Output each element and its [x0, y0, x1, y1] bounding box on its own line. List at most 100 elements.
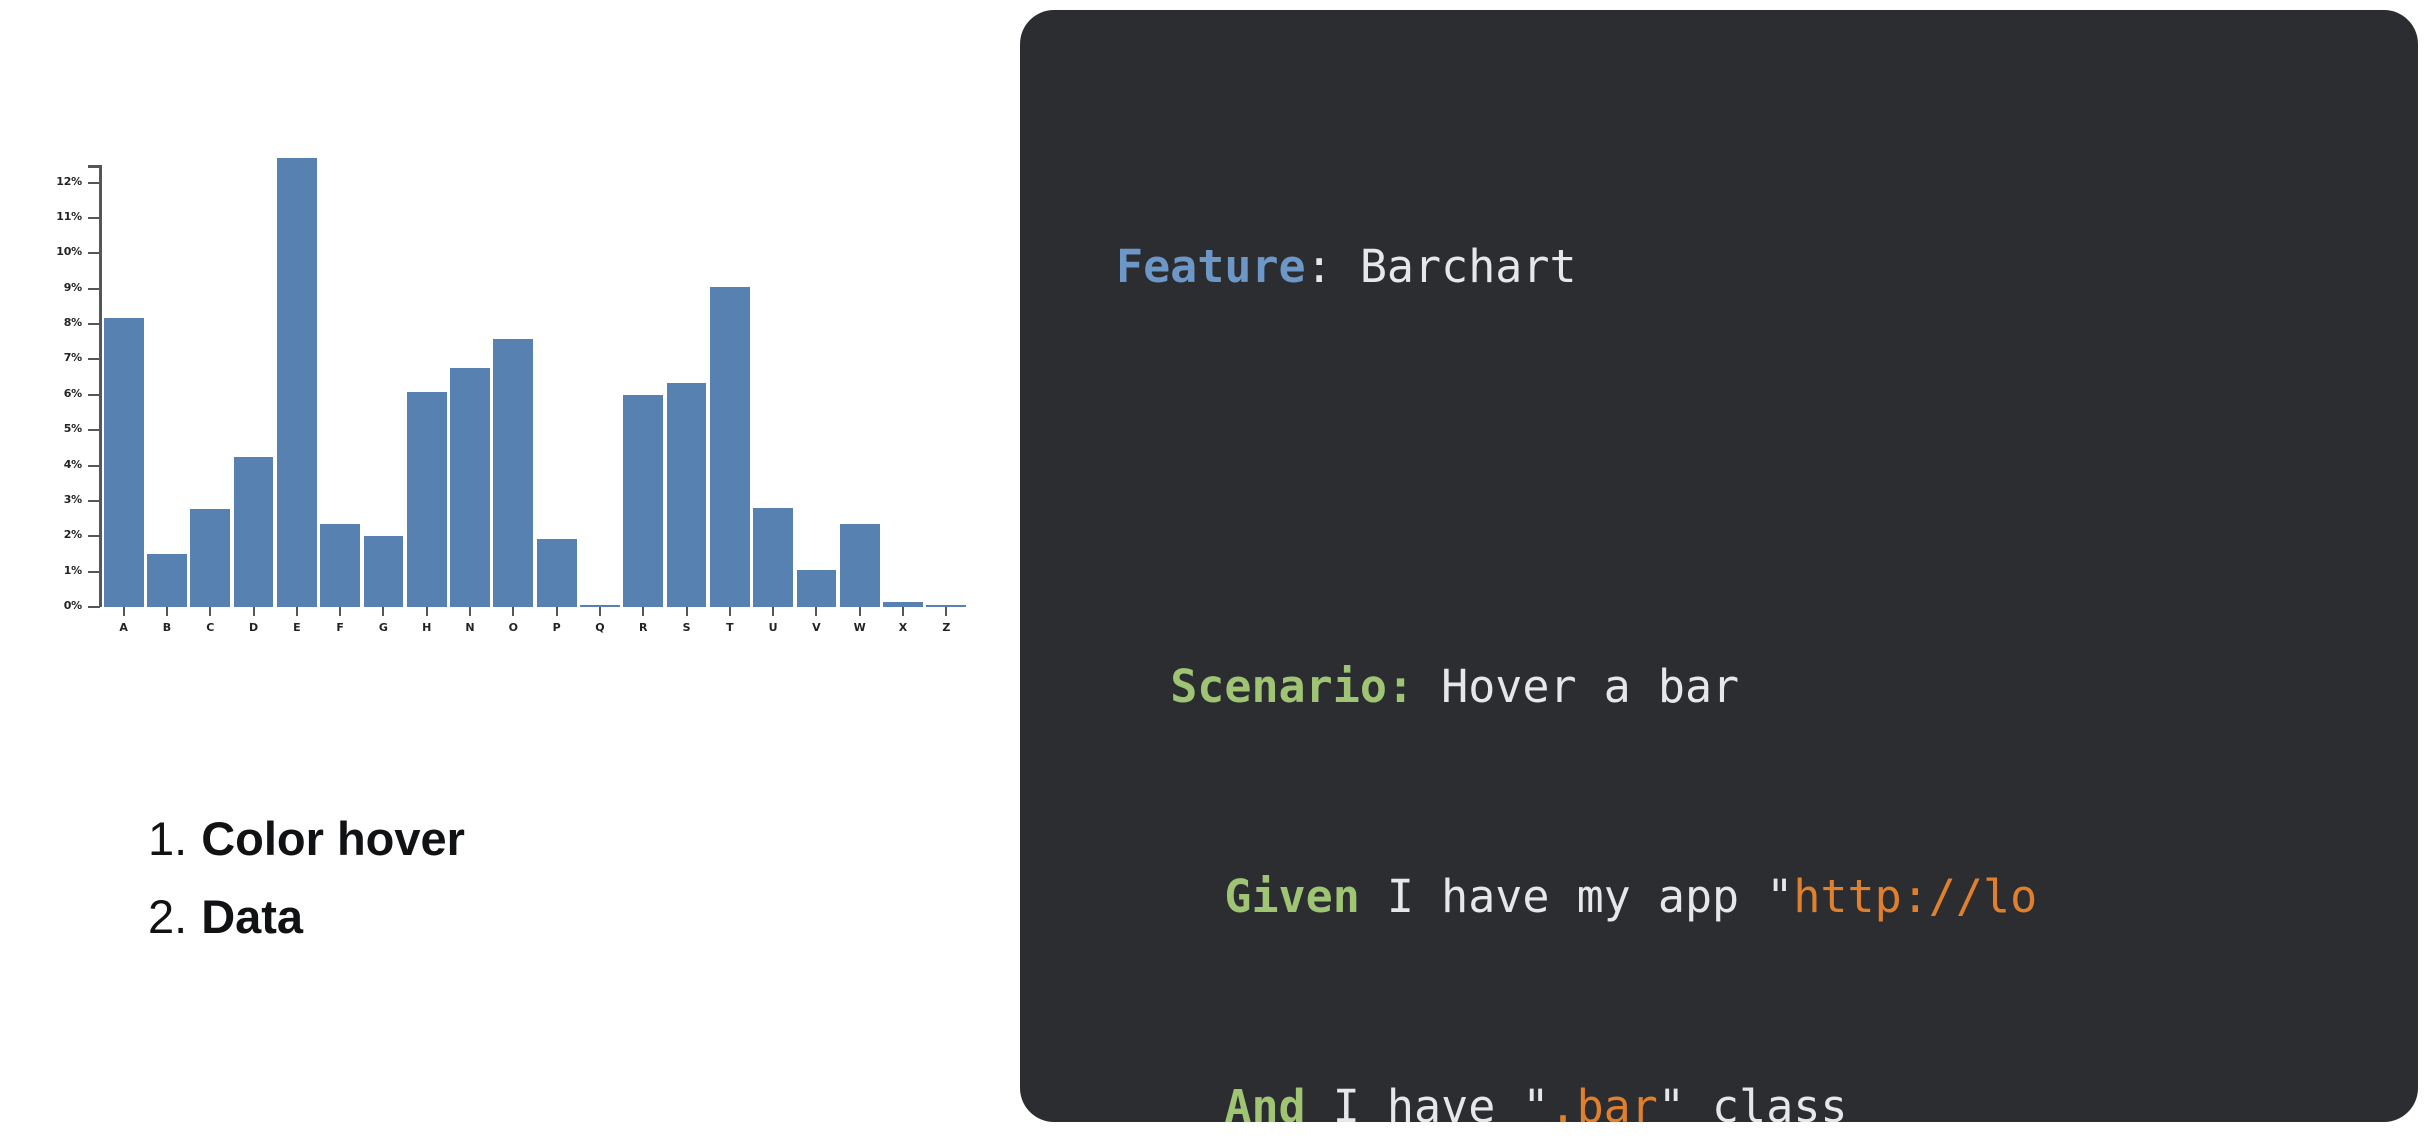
bar-slot[interactable]: W — [839, 165, 880, 634]
x-axis-tick — [772, 607, 775, 616]
x-axis-tick — [512, 607, 515, 616]
bar[interactable] — [233, 456, 274, 607]
bar-slot[interactable]: R — [623, 165, 664, 634]
x-axis-tick-label: G — [378, 621, 388, 634]
y-axis-tick-label: 12% — [56, 174, 82, 188]
bar[interactable] — [190, 508, 231, 607]
y-axis-tick-label: 5% — [63, 422, 82, 436]
bar-slot[interactable]: B — [147, 165, 187, 634]
x-axis-tick-label: D — [248, 621, 259, 634]
x-axis-tick-label: S — [682, 621, 691, 634]
y-axis-tick — [88, 570, 100, 573]
and-tail: class — [1684, 1080, 1848, 1122]
bar[interactable] — [796, 569, 837, 607]
bar[interactable] — [320, 523, 361, 607]
bar[interactable] — [103, 318, 144, 607]
bar-slot[interactable]: E — [276, 157, 317, 634]
bar-slot[interactable]: P — [536, 165, 577, 634]
x-axis-tick-label: A — [119, 621, 128, 634]
y-axis-tick — [88, 217, 100, 220]
x-axis-tick-label: C — [206, 621, 215, 634]
bar-slot[interactable]: X — [883, 165, 923, 634]
bar-slot[interactable]: S — [666, 165, 707, 634]
list-item: 2. Data — [148, 878, 788, 956]
given-url-string: http://lo — [1793, 870, 2038, 923]
x-axis-tick-label: Z — [942, 621, 951, 634]
y-axis-tick-label: 10% — [56, 245, 82, 259]
code-line-feature: Feature: Barchart — [1116, 232, 2418, 302]
scenario-name: Hover a bar — [1441, 660, 1740, 713]
given-keyword: Given — [1224, 870, 1360, 923]
y-axis-tick — [88, 181, 100, 184]
y-axis-tick-label: 3% — [63, 492, 82, 506]
quote-close: " — [1657, 1080, 1685, 1122]
bar-slot[interactable]: H — [406, 165, 447, 634]
bar[interactable] — [536, 538, 577, 607]
x-axis-tick-label: N — [465, 621, 475, 634]
bar[interactable] — [666, 383, 707, 607]
bar-slot[interactable]: N — [450, 165, 490, 634]
y-axis-tick — [88, 252, 100, 255]
bar[interactable] — [753, 508, 794, 607]
y-axis-tick — [88, 535, 100, 538]
x-axis-tick — [295, 607, 298, 616]
x-axis-tick — [902, 607, 905, 616]
bar[interactable] — [839, 523, 880, 607]
y-axis-tick — [88, 358, 100, 361]
y-axis-tick — [88, 429, 100, 432]
steps-list: 1. Color hover 2. Data — [148, 800, 788, 956]
bar[interactable] — [623, 395, 664, 607]
list-item-number: 1. — [148, 812, 188, 865]
bar-slot[interactable]: Q — [580, 165, 620, 634]
bar-slot[interactable]: D — [233, 165, 274, 634]
bar-slot[interactable]: C — [190, 165, 231, 634]
x-axis-tick — [815, 607, 818, 616]
bar[interactable] — [363, 535, 404, 607]
x-axis-tick — [598, 607, 601, 616]
list-item-label: Data — [201, 890, 304, 943]
bar-slot[interactable]: T — [709, 165, 750, 634]
bar[interactable] — [276, 157, 317, 607]
x-axis-tick — [382, 607, 385, 616]
bar-slot[interactable]: O — [493, 165, 534, 634]
y-axis-tick-label: 9% — [63, 280, 82, 294]
bar-slot[interactable]: U — [753, 165, 794, 634]
quote-open: " — [1766, 870, 1794, 923]
y-axis-tick-label: 4% — [63, 457, 82, 471]
y-axis-tick — [88, 464, 100, 467]
y-axis-tick — [88, 606, 100, 608]
bar-slot[interactable]: A — [103, 165, 144, 634]
y-axis-tick — [88, 323, 100, 326]
bar-slot[interactable]: V — [796, 165, 837, 634]
y-axis-tick-label: 11% — [56, 210, 82, 224]
x-axis-tick — [165, 607, 168, 616]
bar[interactable] — [450, 368, 490, 607]
bar-chart[interactable]: 12% 11% 10% 9% 8% 7% 6% 5% 4% 3% 2% 1% 0% A B C D E F G H N O… — [22, 120, 974, 634]
quote-open: " — [1522, 1080, 1550, 1122]
code-line-and-class: And I have ".bar" class — [1116, 1072, 2418, 1122]
screenshot-root: 12% 11% 10% 9% 8% 7% 6% 5% 4% 3% 2% 1% 0% A B C D E F G H N O… — [0, 0, 2426, 1144]
bar[interactable] — [406, 391, 447, 607]
gherkin-code-panel: Feature: Barchart Scenario: Hover a bar … — [1020, 10, 2418, 1122]
x-axis-tick — [425, 607, 428, 616]
scenario-colon: : — [1386, 660, 1442, 713]
x-axis-tick-label: F — [336, 621, 344, 634]
bar[interactable] — [493, 338, 534, 607]
x-axis-tick-label: O — [508, 621, 519, 634]
x-axis-tick — [945, 607, 948, 616]
bar-slot[interactable]: Z — [926, 165, 967, 634]
y-axis-tick-label: 0% — [63, 599, 82, 612]
bar-slot[interactable]: G — [363, 165, 404, 634]
y-axis-tick-label: 2% — [63, 528, 82, 542]
gherkin-code-text: Feature: Barchart Scenario: Hover a bar … — [1116, 92, 2418, 1122]
code-line-given: Given I have my app "http://lo — [1116, 862, 2418, 932]
x-axis-tick-label: Q — [595, 621, 605, 634]
bar-slot[interactable]: F — [320, 165, 361, 634]
bar[interactable] — [147, 554, 187, 607]
x-axis-tick — [209, 607, 212, 616]
bar[interactable] — [709, 286, 750, 607]
